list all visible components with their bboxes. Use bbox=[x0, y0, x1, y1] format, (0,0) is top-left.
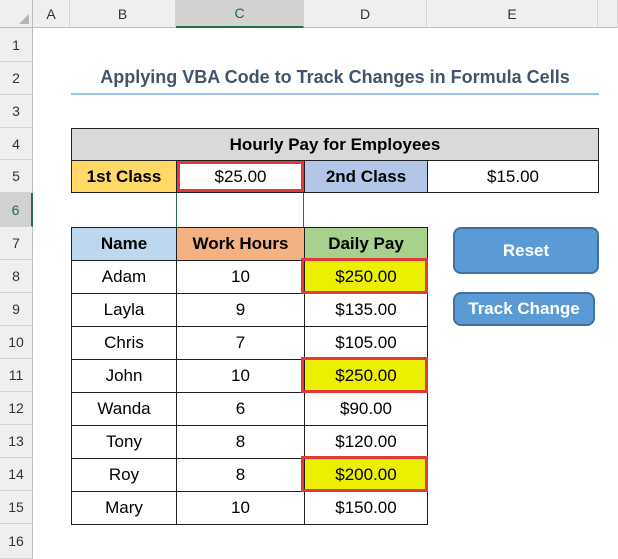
row-header-1[interactable]: 1 bbox=[0, 28, 33, 62]
employee-name-cell[interactable]: Wanda bbox=[71, 392, 177, 426]
sheet-title[interactable]: Applying VBA Code to Track Changes in Fo… bbox=[71, 62, 599, 92]
employee-name-cell[interactable]: Tony bbox=[71, 425, 177, 459]
work-hours-cell[interactable]: 6 bbox=[176, 392, 305, 426]
work-hours-cell[interactable]: 10 bbox=[176, 359, 305, 393]
header-name[interactable]: Name bbox=[71, 227, 177, 261]
header-daily-pay[interactable]: Daily Pay bbox=[304, 227, 428, 261]
column-header-a[interactable]: A bbox=[33, 0, 70, 28]
daily-pay-cell[interactable]: $120.00 bbox=[304, 425, 428, 459]
daily-pay-cell-changed[interactable]: $250.00 bbox=[304, 260, 428, 294]
title-underline bbox=[71, 93, 599, 95]
row-header-11[interactable]: 11 bbox=[0, 359, 33, 392]
work-hours-cell[interactable]: 8 bbox=[176, 425, 305, 459]
row-header-8[interactable]: 8 bbox=[0, 260, 33, 293]
second-class-rate-cell[interactable]: $15.00 bbox=[427, 160, 599, 193]
column-header-c[interactable]: C bbox=[176, 0, 304, 28]
row-header-4[interactable]: 4 bbox=[0, 128, 33, 160]
work-hours-cell[interactable]: 10 bbox=[176, 491, 305, 525]
row-header-10[interactable]: 10 bbox=[0, 326, 33, 359]
daily-pay-cell[interactable]: $90.00 bbox=[304, 392, 428, 426]
reset-button[interactable]: Reset bbox=[453, 227, 599, 274]
second-class-label[interactable]: 2nd Class bbox=[304, 160, 428, 193]
track-change-button[interactable]: Track Change bbox=[453, 292, 595, 326]
row-header-2[interactable]: 2 bbox=[0, 62, 33, 95]
employee-name-cell[interactable]: Mary bbox=[71, 491, 177, 525]
column-header-f[interactable] bbox=[598, 0, 618, 28]
first-class-label[interactable]: 1st Class bbox=[71, 160, 177, 193]
column-header-d[interactable]: D bbox=[304, 0, 427, 28]
select-all-corner[interactable] bbox=[0, 0, 33, 28]
row-header-5[interactable]: 5 bbox=[0, 160, 33, 193]
selected-cell-c6[interactable] bbox=[176, 193, 304, 227]
employee-name-cell[interactable]: Adam bbox=[71, 260, 177, 294]
column-header-b[interactable]: B bbox=[70, 0, 176, 28]
row-header-3[interactable]: 3 bbox=[0, 95, 33, 128]
column-header-e[interactable]: E bbox=[427, 0, 598, 28]
employee-name-cell[interactable]: John bbox=[71, 359, 177, 393]
row-header-14[interactable]: 14 bbox=[0, 458, 33, 491]
daily-pay-cell[interactable]: $150.00 bbox=[304, 491, 428, 525]
row-header-7[interactable]: 7 bbox=[0, 227, 33, 260]
work-hours-cell[interactable]: 10 bbox=[176, 260, 305, 294]
employee-name-cell[interactable]: Chris bbox=[71, 326, 177, 360]
row-header-12[interactable]: 12 bbox=[0, 392, 33, 425]
spreadsheet: A B C D E 1 2 3 4 5 6 7 8 9 10 11 12 13 … bbox=[0, 0, 618, 559]
work-hours-cell[interactable]: 8 bbox=[176, 458, 305, 492]
row-header-13[interactable]: 13 bbox=[0, 425, 33, 458]
daily-pay-cell[interactable]: $135.00 bbox=[304, 293, 428, 327]
work-hours-cell[interactable]: 7 bbox=[176, 326, 305, 360]
select-all-triangle-icon bbox=[19, 14, 29, 24]
employee-name-cell[interactable]: Roy bbox=[71, 458, 177, 492]
daily-pay-cell-changed[interactable]: $250.00 bbox=[304, 359, 428, 393]
row-header-9[interactable]: 9 bbox=[0, 293, 33, 326]
header-work-hours[interactable]: Work Hours bbox=[176, 227, 305, 261]
work-hours-cell[interactable]: 9 bbox=[176, 293, 305, 327]
row-header-15[interactable]: 15 bbox=[0, 491, 33, 524]
row-header-6[interactable]: 6 bbox=[0, 193, 33, 227]
daily-pay-cell[interactable]: $105.00 bbox=[304, 326, 428, 360]
row-header-16[interactable]: 16 bbox=[0, 524, 33, 559]
employee-name-cell[interactable]: Layla bbox=[71, 293, 177, 327]
hourly-pay-header[interactable]: Hourly Pay for Employees bbox=[71, 128, 599, 161]
daily-pay-cell-changed[interactable]: $200.00 bbox=[304, 458, 428, 492]
first-class-rate-cell[interactable]: $25.00 bbox=[176, 160, 305, 193]
